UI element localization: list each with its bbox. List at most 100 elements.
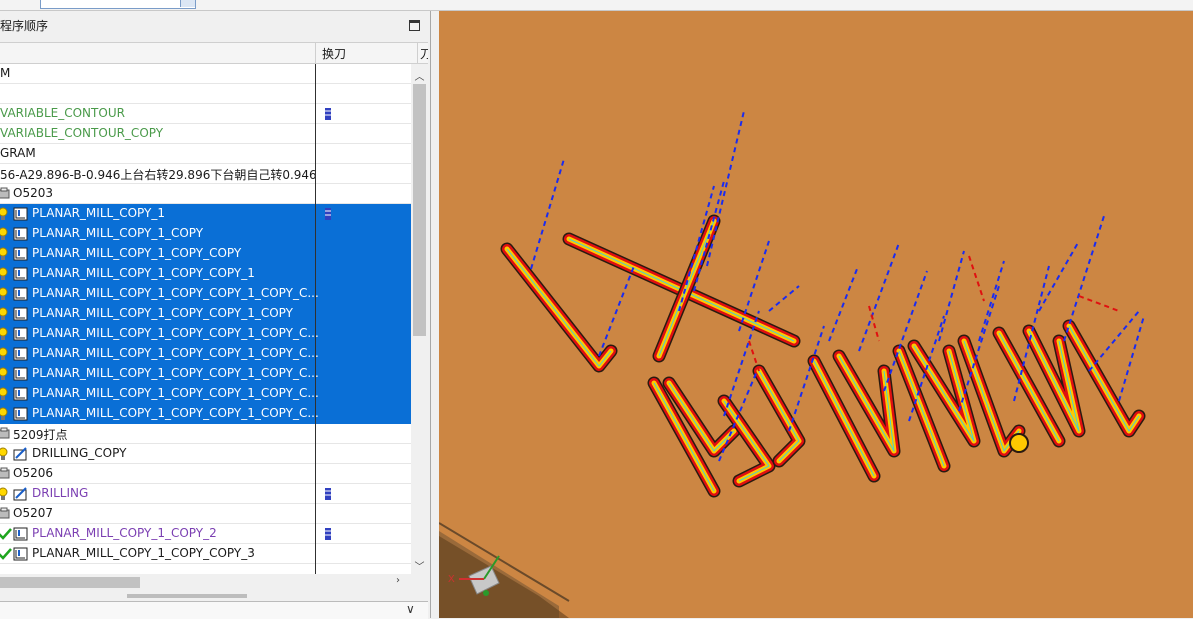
panel-splitter[interactable] bbox=[127, 594, 247, 598]
tree-row[interactable]: DRILLING_COPY bbox=[0, 444, 411, 464]
planar-mill-operation-icon bbox=[13, 367, 28, 381]
planar-mill-operation-icon bbox=[13, 227, 28, 241]
tree-row[interactable]: M bbox=[0, 64, 411, 84]
program-folder-icon bbox=[0, 507, 12, 521]
axis-x-label: X bbox=[448, 574, 455, 585]
operation-name: GRAM bbox=[0, 146, 36, 160]
toolpath-scene[interactable]: X bbox=[439, 11, 1193, 618]
glyph-letter-4-cyan bbox=[813, 360, 875, 477]
regenerate-bulb-icon bbox=[0, 227, 12, 241]
tree-row[interactable]: 56-A29.896-B-0.946上台右转29.896下台朝自己转0.946 bbox=[0, 164, 411, 184]
operation-name: PLANAR_MILL_COPY_1_COPY_COPY_1_COPY_C... bbox=[32, 386, 319, 400]
horizontal-scroll-thumb[interactable] bbox=[0, 577, 140, 588]
scroll-right-arrow-icon[interactable]: › bbox=[396, 575, 400, 586]
tool-axis-line-1 bbox=[598, 265, 635, 357]
planar-mill-operation-icon bbox=[13, 267, 28, 281]
planar-mill-operation-icon bbox=[13, 547, 28, 561]
operation-name: PLANAR_MILL_COPY_1_COPY_COPY_1_COPY_C... bbox=[32, 286, 319, 300]
tree-row[interactable]: PLANAR_MILL_COPY_1_COPY_COPY_1_COPY_C... bbox=[0, 324, 411, 344]
operation-name: O5203 bbox=[13, 186, 53, 200]
tree-row[interactable]: PLANAR_MILL_COPY_1_COPY_2 bbox=[0, 524, 411, 544]
tool-axis-line-11 bbox=[938, 250, 965, 342]
planar-mill-operation-icon bbox=[13, 247, 28, 261]
tree-row[interactable]: PLANAR_MILL_COPY_1_COPY_COPY bbox=[0, 244, 411, 264]
operation-tree-grid: 换刀 刀 M VARIABLE_CONTOUR VARIABLE_CONTOUR_C… bbox=[0, 42, 428, 575]
tree-row[interactable]: O5206 bbox=[0, 464, 411, 484]
navigator-title-bar: 程序顺序 bbox=[0, 11, 430, 41]
tree-row[interactable]: PLANAR_MILL_COPY_1_COPY_COPY_1_COPY_C... bbox=[0, 364, 411, 384]
operation-rows: M VARIABLE_CONTOUR VARIABLE_CONTOUR_COPY GR… bbox=[0, 64, 411, 564]
scroll-down-arrow-icon[interactable]: ﹀ bbox=[414, 558, 425, 573]
tree-row[interactable]: DRILLING bbox=[0, 484, 411, 504]
column-separator bbox=[417, 43, 418, 63]
tool-change-icon bbox=[324, 488, 332, 500]
drilling-operation-icon bbox=[13, 487, 27, 501]
operation-name: DRILLING bbox=[32, 486, 89, 500]
navigator-title: 程序顺序 bbox=[0, 19, 49, 33]
planar-mill-operation-icon bbox=[13, 307, 28, 321]
tree-row[interactable]: PLANAR_MILL_COPY_1_COPY_COPY_1 bbox=[0, 264, 411, 284]
tree-row[interactable]: O5203 bbox=[0, 184, 411, 204]
tool-axis-line-7 bbox=[768, 285, 800, 312]
planar-mill-operation-icon bbox=[13, 287, 28, 301]
tree-row[interactable]: VARIABLE_CONTOUR_COPY bbox=[0, 124, 411, 144]
planar-mill-operation-icon bbox=[13, 207, 28, 221]
regenerate-bulb-icon bbox=[0, 447, 12, 461]
rapid-move-line-0 bbox=[968, 255, 985, 302]
regenerate-bulb-icon bbox=[0, 287, 12, 301]
operation-name: VARIABLE_CONTOUR bbox=[0, 106, 125, 120]
tree-row[interactable]: PLANAR_MILL_COPY_1_COPY_COPY_1_COPY_C... bbox=[0, 384, 411, 404]
operation-name: DRILLING_COPY bbox=[32, 446, 127, 460]
chevron-down-icon[interactable]: ∨ bbox=[406, 602, 415, 616]
regenerate-bulb-icon bbox=[0, 207, 12, 221]
tree-row[interactable] bbox=[0, 84, 411, 104]
operation-name: PLANAR_MILL_COPY_1_COPY_COPY_3 bbox=[32, 546, 255, 560]
part-shadow bbox=[439, 536, 569, 618]
operation-name: PLANAR_MILL_COPY_1_COPY_COPY_1_COPY_C... bbox=[32, 406, 319, 420]
details-panel-bar[interactable]: ∨ bbox=[0, 601, 428, 619]
tree-row[interactable]: VARIABLE_CONTOUR bbox=[0, 104, 411, 124]
tree-row[interactable]: PLANAR_MILL_COPY_1_COPY_COPY_1_COPY_C... bbox=[0, 284, 411, 304]
scroll-thumb[interactable] bbox=[413, 84, 426, 336]
column-separator bbox=[315, 43, 316, 63]
tree-row[interactable]: PLANAR_MILL_COPY_1_COPY_COPY_1_COPY_C... bbox=[0, 344, 411, 364]
tree-row[interactable]: O5207 bbox=[0, 504, 411, 524]
horizontal-scrollbar[interactable]: › bbox=[0, 574, 411, 591]
regenerate-bulb-icon bbox=[0, 367, 12, 381]
tree-row[interactable]: PLANAR_MILL_COPY_1_COPY_COPY_1_COPY_C... bbox=[0, 404, 411, 424]
column-header-tool[interactable]: 刀 bbox=[420, 45, 428, 62]
operation-name: PLANAR_MILL_COPY_1_COPY_COPY_1_COPY bbox=[32, 306, 293, 320]
scroll-up-arrow-icon[interactable]: ︿ bbox=[414, 68, 425, 83]
regenerate-bulb-icon bbox=[0, 487, 12, 501]
tree-row[interactable]: PLANAR_MILL_COPY_1_COPY_COPY_1_COPY bbox=[0, 304, 411, 324]
planar-mill-operation-icon bbox=[13, 347, 28, 361]
program-folder-icon bbox=[0, 467, 12, 481]
top-toolbar bbox=[0, 0, 1193, 11]
regenerate-bulb-icon bbox=[0, 247, 12, 261]
operation-name: M bbox=[0, 66, 11, 80]
tool-change-icon bbox=[324, 528, 332, 540]
regenerate-bulb-icon bbox=[0, 267, 12, 281]
tree-row[interactable]: PLANAR_MILL_COPY_1_COPY bbox=[0, 224, 411, 244]
complete-check-icon bbox=[0, 527, 12, 541]
tool-axis-line-8 bbox=[828, 268, 858, 342]
program-folder-icon bbox=[0, 427, 12, 441]
tree-row[interactable]: GRAM bbox=[0, 144, 411, 164]
column-header: 换刀 刀 bbox=[0, 43, 428, 64]
maximize-icon[interactable] bbox=[409, 20, 420, 31]
tree-row[interactable]: PLANAR_MILL_COPY_1_COPY_COPY_3 bbox=[0, 544, 411, 564]
vertical-scrollbar[interactable]: ︿ ﹀ bbox=[411, 64, 428, 575]
column-divider bbox=[315, 64, 316, 575]
combobox-dropdown-button[interactable] bbox=[180, 0, 195, 7]
graphics-viewport[interactable]: X bbox=[439, 11, 1193, 618]
operation-name: PLANAR_MILL_COPY_1_COPY_COPY_1_COPY_C... bbox=[32, 366, 319, 380]
tree-row[interactable]: PLANAR_MILL_COPY_1 bbox=[0, 204, 411, 224]
regenerate-bulb-icon bbox=[0, 347, 12, 361]
toolbar-combobox[interactable] bbox=[40, 0, 196, 9]
complete-check-icon bbox=[0, 547, 12, 561]
tree-row[interactable]: 5209打点 bbox=[0, 424, 411, 444]
column-header-tool-change[interactable]: 换刀 bbox=[322, 45, 346, 62]
planar-mill-operation-icon bbox=[13, 527, 28, 541]
triad-origin bbox=[483, 590, 489, 596]
operation-name: PLANAR_MILL_COPY_1_COPY bbox=[32, 226, 204, 240]
